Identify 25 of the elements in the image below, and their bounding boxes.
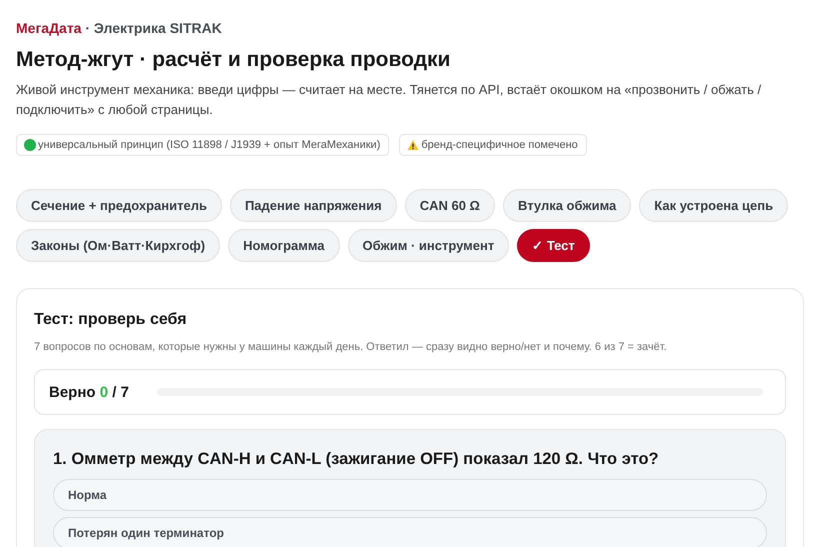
tab[interactable]: Законы (Ом·Ватт·Кирхгоф) <box>16 229 220 262</box>
tab[interactable]: Номограмма <box>228 229 340 262</box>
brand-name: МегаДата <box>16 20 82 36</box>
page-description: Живой инструмент механика: введи цифры — считает на месте. Тянется по API, встаёт окошком на «прозвонить / обжать / подключить» с любой страницы. <box>16 81 762 119</box>
quiz-subtitle: 7 вопросов по основам, которые нужны у машины каждый день. Ответил — сразу видно верно/нет и почему. 6 из 7 = зачёт. <box>34 341 668 353</box>
warning-icon <box>407 139 420 151</box>
info-badge: бренд-специфичное помечено <box>399 134 587 156</box>
section-name: · Электрика SITRAK <box>85 20 222 36</box>
score-label: Верно <box>49 384 96 400</box>
tab[interactable]: Падение напряжения <box>230 189 397 222</box>
answer-option[interactable]: Норма <box>53 479 767 511</box>
circle-icon <box>24 139 36 151</box>
correct-count: 0 <box>100 384 108 400</box>
tab[interactable]: Как устроена цепь <box>639 189 788 222</box>
answer-option[interactable]: Потерян один терминатор <box>53 517 767 547</box>
question-text: 1. Омметр между CAN-H и CAN-L (зажигание OFF) показал 120 Ω. Что это? <box>53 450 660 469</box>
info-badge: универсальный принцип (ISO 11898 / J1939 + опыт МегаМеханики) <box>16 134 390 156</box>
tab[interactable]: ✓ Тест <box>517 229 590 262</box>
page-title: Метод-жгут · расчёт и проверка проводки <box>16 48 452 72</box>
tab[interactable]: Сечение + предохранитель <box>16 189 222 222</box>
total-count: / 7 <box>112 384 129 400</box>
quiz-title: Тест: проверь себя <box>34 311 188 329</box>
tab[interactable]: Втулка обжима <box>502 189 632 222</box>
tab[interactable]: CAN 60 Ω <box>404 189 495 222</box>
tab[interactable]: Обжим · инструмент <box>348 229 510 262</box>
